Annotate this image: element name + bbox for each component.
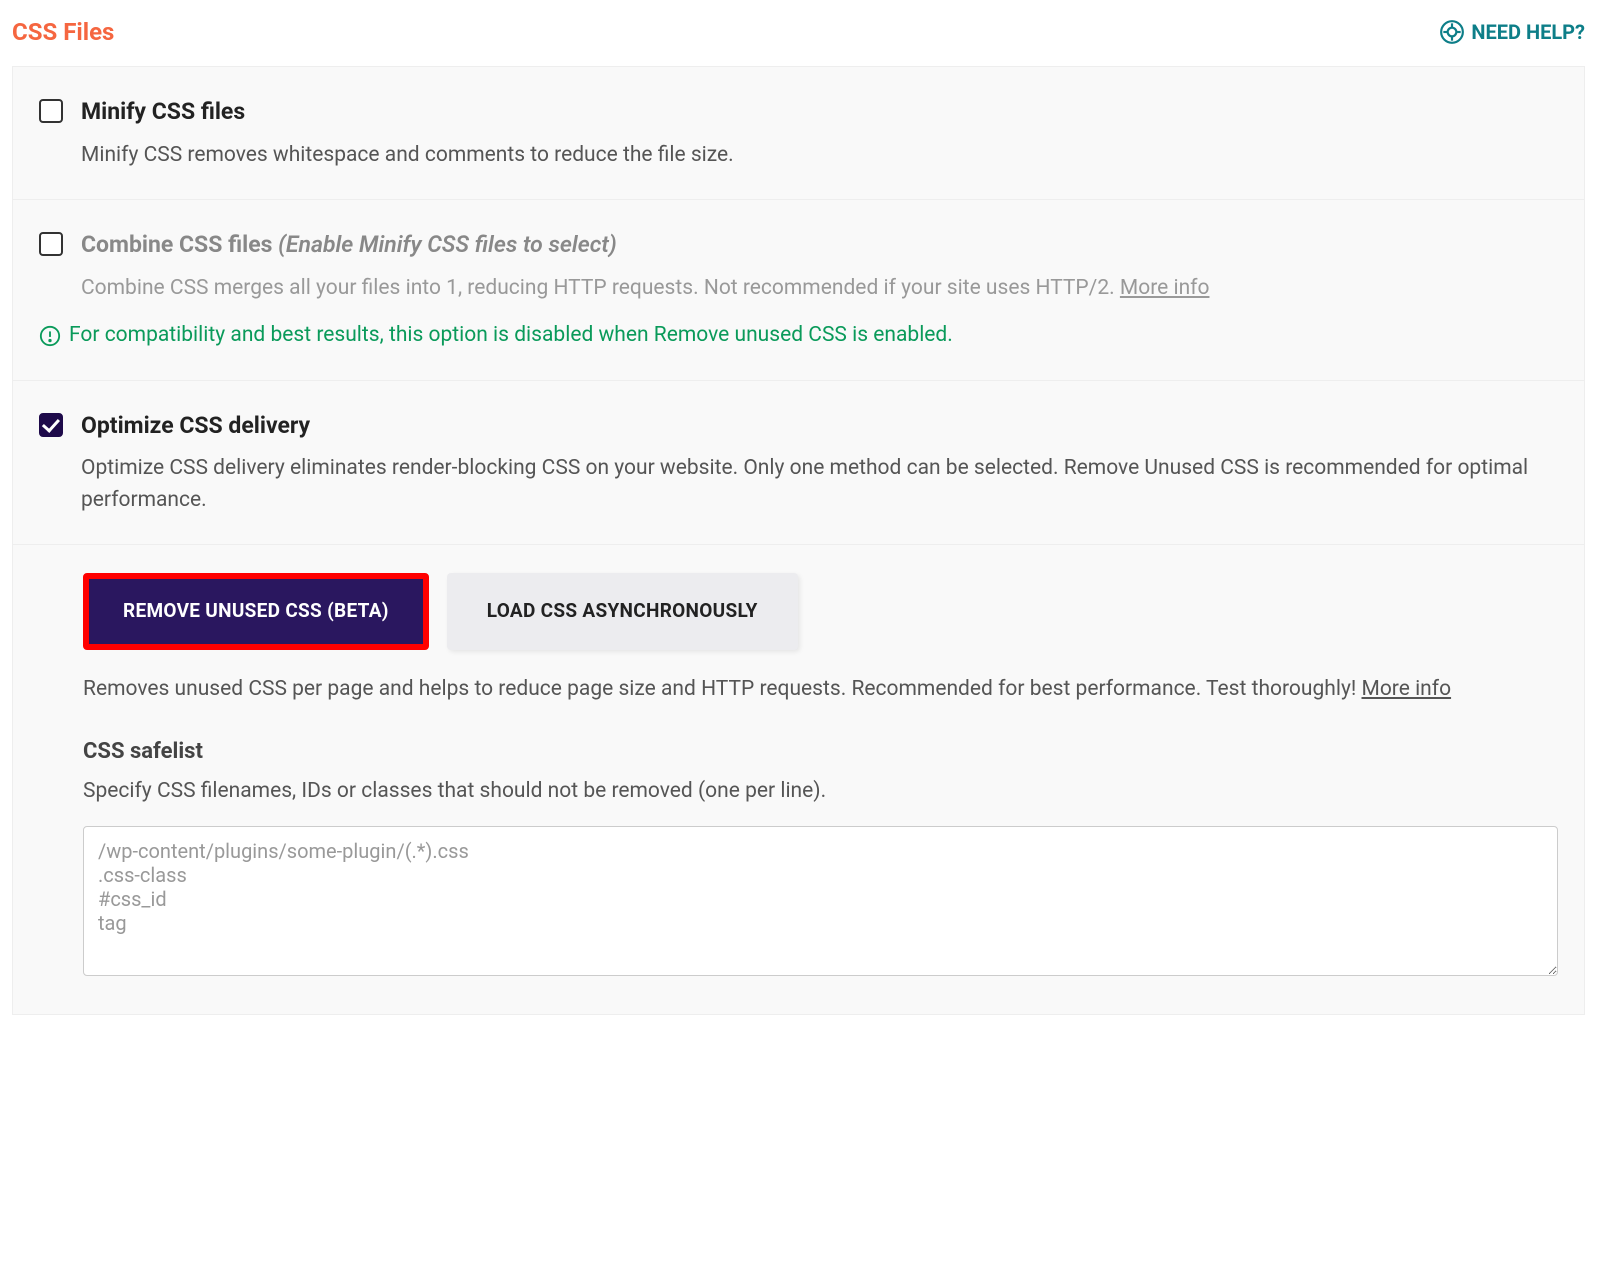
need-help-label: NEED HELP? xyxy=(1471,17,1585,47)
safelist-textarea[interactable] xyxy=(83,826,1558,976)
combine-title-row: Combine CSS files (Enable Minify CSS fil… xyxy=(81,228,1558,263)
option-minify: Minify CSS files Minify CSS removes whit… xyxy=(13,67,1584,200)
minify-title: Minify CSS files xyxy=(81,95,1558,130)
combine-compat-note: For compatibility and best results, this… xyxy=(13,320,1584,381)
option-combine: Combine CSS files (Enable Minify CSS fil… xyxy=(13,200,1584,320)
optimize-subsection: REMOVE UNUSED CSS (BETA) LOAD CSS ASYNCH… xyxy=(13,545,1584,984)
optimize-checkbox[interactable] xyxy=(39,413,63,437)
optimize-more-info-link[interactable]: More info xyxy=(1362,677,1452,701)
optimize-tab-desc-row: Removes unused CSS per page and helps to… xyxy=(83,674,1558,706)
safelist-title: CSS safelist xyxy=(83,735,1558,768)
combine-desc: Combine CSS merges all your files into 1… xyxy=(81,276,1120,300)
safelist-desc: Specify CSS filenames, IDs or classes th… xyxy=(83,776,1558,808)
alert-icon xyxy=(39,325,61,347)
minify-desc: Minify CSS removes whitespace and commen… xyxy=(81,140,1558,172)
option-optimize: Optimize CSS delivery Optimize CSS deliv… xyxy=(13,381,1584,546)
need-help-link[interactable]: NEED HELP? xyxy=(1439,17,1585,47)
optimize-desc: Optimize CSS delivery eliminates render-… xyxy=(81,453,1558,516)
combine-hint: (Enable Minify CSS files to select) xyxy=(278,231,617,258)
minify-checkbox[interactable] xyxy=(39,99,63,123)
help-icon xyxy=(1439,19,1465,45)
combine-more-info-link[interactable]: More info xyxy=(1120,276,1210,300)
optimize-content: Optimize CSS delivery Optimize CSS deliv… xyxy=(81,409,1558,517)
section-header: CSS Files NEED HELP? xyxy=(12,0,1585,67)
settings-panel: Minify CSS files Minify CSS removes whit… xyxy=(12,67,1585,1015)
section-title: CSS Files xyxy=(12,14,114,50)
compat-note-text: For compatibility and best results, this… xyxy=(69,320,953,352)
optimize-tab-desc: Removes unused CSS per page and helps to… xyxy=(83,677,1362,701)
tab-remove-unused-css[interactable]: REMOVE UNUSED CSS (BETA) xyxy=(83,573,429,650)
combine-title: Combine CSS files xyxy=(81,231,272,258)
tab-load-css-async[interactable]: LOAD CSS ASYNCHRONOUSLY xyxy=(447,573,798,650)
combine-content: Combine CSS files (Enable Minify CSS fil… xyxy=(81,228,1558,304)
minify-content: Minify CSS files Minify CSS removes whit… xyxy=(81,95,1558,171)
optimize-tabs: REMOVE UNUSED CSS (BETA) LOAD CSS ASYNCH… xyxy=(83,573,1558,650)
combine-checkbox[interactable] xyxy=(39,232,63,256)
optimize-title: Optimize CSS delivery xyxy=(81,409,1558,444)
combine-desc-row: Combine CSS merges all your files into 1… xyxy=(81,273,1558,305)
